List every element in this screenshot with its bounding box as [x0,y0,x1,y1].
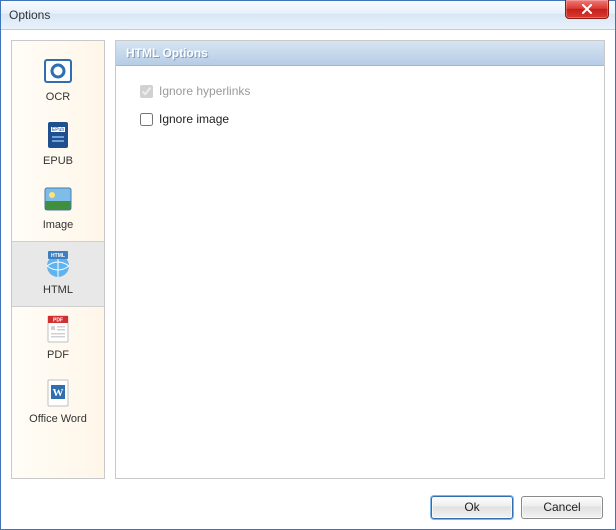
option-ignore-image[interactable]: Ignore image [140,112,580,126]
ignore-image-checkbox[interactable] [140,113,153,126]
cancel-button[interactable]: Cancel [521,496,603,519]
svg-text:PDF: PDF [53,318,63,324]
pdf-icon: PDF [42,313,74,345]
sidebar-item-label: HTML [43,284,73,296]
dialog-body: OCR EPub EPUB [1,30,615,489]
sidebar: OCR EPub EPUB [11,40,105,479]
sidebar-item-label: PDF [47,349,69,361]
svg-text:W: W [53,387,64,399]
sidebar-item-label: EPUB [43,155,73,167]
option-label: Ignore image [159,112,229,126]
panel-body: Ignore hyperlinks Ignore image [116,66,604,478]
sidebar-item-html[interactable]: HTML HTML [12,241,104,307]
sidebar-item-pdf[interactable]: PDF PDF [12,307,104,371]
close-button[interactable] [565,0,609,19]
sidebar-item-label: Office Word [29,413,87,425]
image-icon [42,183,74,215]
option-ignore-hyperlinks: Ignore hyperlinks [140,84,580,98]
titlebar: Options [1,1,615,30]
sidebar-item-epub[interactable]: EPub EPUB [12,113,104,177]
ok-button[interactable]: Ok [431,496,513,519]
panel-header: HTML Options [116,41,604,66]
options-panel: HTML Options Ignore hyperlinks Ignore im… [115,40,605,479]
panel-title: HTML Options [126,46,208,60]
options-dialog: Options OCR [0,0,616,530]
word-icon: W [42,377,74,409]
dialog-footer: Ok Cancel [1,489,615,529]
window-title: Options [9,8,50,22]
sidebar-item-office-word[interactable]: W Office Word [12,371,104,435]
ignore-hyperlinks-checkbox [140,85,153,98]
close-icon [581,4,593,14]
ocr-icon [42,55,74,87]
epub-icon: EPub [42,119,74,151]
svg-text:EPub: EPub [52,127,64,133]
svg-text:HTML: HTML [51,253,65,259]
sidebar-item-label: Image [43,219,74,231]
sidebar-item-ocr[interactable]: OCR [12,49,104,113]
option-label: Ignore hyperlinks [159,84,250,98]
sidebar-item-image[interactable]: Image [12,177,104,241]
sidebar-item-label: OCR [46,91,70,103]
html-icon: HTML [42,248,74,280]
